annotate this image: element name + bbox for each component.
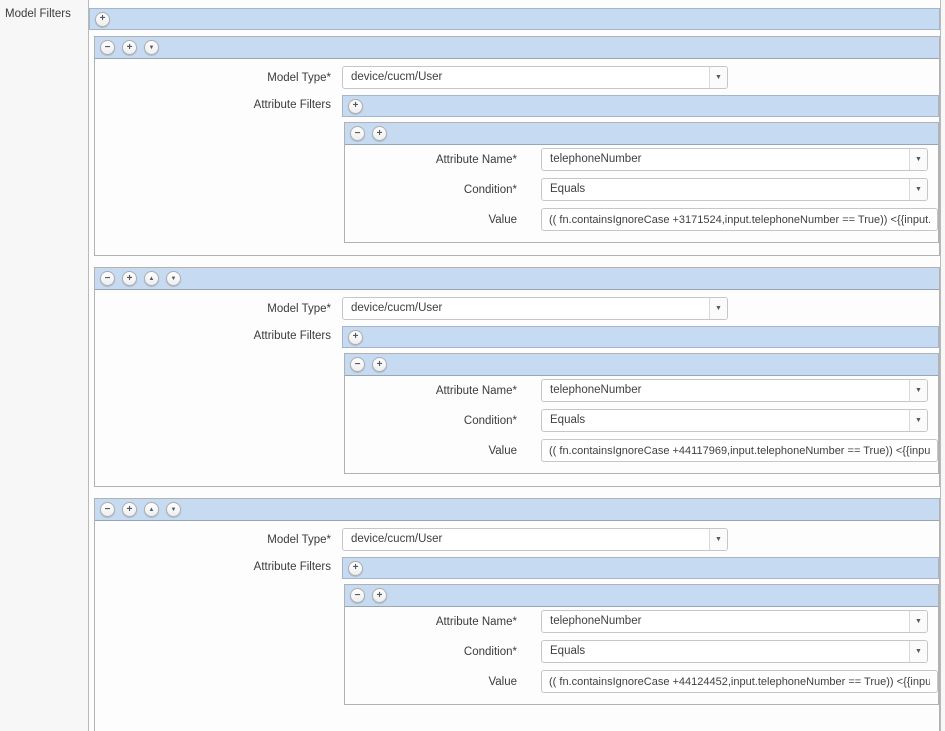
attribute-filter-header-bar: − +	[345, 123, 938, 145]
condition-label: Condition*	[345, 415, 541, 427]
model-filters-page: Model Filters + − + ▼ Model Type* device…	[0, 0, 945, 731]
attribute-filters-label: Attribute Filters	[95, 326, 342, 342]
attribute-name-select[interactable]: telephoneNumber ▼	[541, 379, 928, 402]
add-model-filter-button[interactable]: +	[95, 12, 110, 27]
add-filter-button[interactable]: +	[122, 271, 137, 286]
chevron-down-icon[interactable]: ▼	[909, 149, 927, 170]
attribute-filters-list: + − + Attribute Name* telephoneNumber ▼	[342, 95, 939, 243]
remove-filter-button[interactable]: −	[100, 502, 115, 517]
condition-label: Condition*	[345, 184, 541, 196]
value-input[interactable]	[541, 208, 938, 231]
chevron-down-icon[interactable]: ▼	[909, 611, 927, 632]
attribute-name-select[interactable]: telephoneNumber ▼	[541, 148, 928, 171]
attribute-filter-block: − + Attribute Name* telephoneNumber ▼ Co…	[344, 584, 939, 705]
remove-attribute-filter-button[interactable]: −	[350, 126, 365, 141]
chevron-down-icon[interactable]: ▼	[709, 298, 727, 319]
attribute-name-value: telephoneNumber	[542, 611, 909, 632]
chevron-down-icon[interactable]: ▼	[709, 529, 727, 550]
attribute-filters-label: Attribute Filters	[95, 95, 342, 111]
model-filter-header-bar: − + ▲ ▼	[95, 499, 939, 521]
add-attribute-filter-button[interactable]: +	[348, 330, 363, 345]
remove-filter-button[interactable]: −	[100, 271, 115, 286]
model-type-label: Model Type*	[95, 303, 342, 315]
add-attribute-filter-button[interactable]: +	[372, 357, 387, 372]
condition-select[interactable]: Equals ▼	[541, 178, 928, 201]
move-down-button[interactable]: ▼	[144, 40, 159, 55]
model-filter-block: − + ▲ ▼ Model Type* device/cucm/User ▼ A…	[94, 498, 940, 731]
chevron-down-icon[interactable]: ▼	[909, 410, 927, 431]
chevron-down-icon[interactable]: ▼	[709, 67, 727, 88]
model-filter-header-bar: − + ▲ ▼	[95, 268, 939, 290]
model-type-select[interactable]: device/cucm/User ▼	[342, 297, 728, 320]
model-filter-block: − + ▼ Model Type* device/cucm/User ▼ Att…	[94, 36, 940, 256]
move-up-button[interactable]: ▲	[144, 271, 159, 286]
chevron-down-icon[interactable]: ▼	[909, 380, 927, 401]
model-type-value: device/cucm/User	[343, 298, 709, 319]
attribute-name-value: telephoneNumber	[542, 380, 909, 401]
condition-value: Equals	[542, 179, 909, 200]
condition-select[interactable]: Equals ▼	[541, 640, 928, 663]
move-down-button[interactable]: ▼	[166, 271, 181, 286]
remove-attribute-filter-button[interactable]: −	[350, 357, 365, 372]
add-attribute-filter-button[interactable]: +	[348, 99, 363, 114]
model-type-select[interactable]: device/cucm/User ▼	[342, 66, 728, 89]
condition-value: Equals	[542, 410, 909, 431]
attribute-name-label: Attribute Name*	[345, 385, 541, 397]
add-attribute-filter-button[interactable]: +	[348, 561, 363, 576]
attribute-filters-add-bar: +	[342, 557, 939, 579]
add-filter-button[interactable]: +	[122, 502, 137, 517]
model-type-label: Model Type*	[95, 72, 342, 84]
attribute-name-value: telephoneNumber	[542, 149, 909, 170]
attribute-filters-list: + − + Attribute Name* telephoneNumber ▼	[342, 557, 939, 705]
value-label: Value	[345, 676, 541, 688]
model-filters-label: Model Filters	[5, 8, 71, 20]
move-down-button[interactable]: ▼	[166, 502, 181, 517]
add-attribute-filter-button[interactable]: +	[372, 588, 387, 603]
condition-select[interactable]: Equals ▼	[541, 409, 928, 432]
attribute-name-label: Attribute Name*	[345, 154, 541, 166]
attribute-filters-add-bar: +	[342, 95, 939, 117]
model-type-label: Model Type*	[95, 534, 342, 546]
value-label: Value	[345, 214, 541, 226]
condition-value: Equals	[542, 641, 909, 662]
model-type-select[interactable]: device/cucm/User ▼	[342, 528, 728, 551]
remove-filter-button[interactable]: −	[100, 40, 115, 55]
model-filter-header-bar: − + ▼	[95, 37, 939, 59]
form-label-column: Model Filters	[0, 0, 88, 731]
add-attribute-filter-button[interactable]: +	[372, 126, 387, 141]
model-type-value: device/cucm/User	[343, 529, 709, 550]
attribute-name-select[interactable]: telephoneNumber ▼	[541, 610, 928, 633]
condition-label: Condition*	[345, 646, 541, 658]
model-type-value: device/cucm/User	[343, 67, 709, 88]
value-input[interactable]	[541, 670, 938, 693]
add-filter-button[interactable]: +	[122, 40, 137, 55]
attribute-filters-add-bar: +	[342, 326, 939, 348]
remove-attribute-filter-button[interactable]: −	[350, 588, 365, 603]
value-label: Value	[345, 445, 541, 457]
move-up-button[interactable]: ▲	[144, 502, 159, 517]
model-filter-block: − + ▲ ▼ Model Type* device/cucm/User ▼ A…	[94, 267, 940, 487]
value-input[interactable]	[541, 439, 938, 462]
attribute-name-label: Attribute Name*	[345, 616, 541, 628]
attribute-filter-header-bar: − +	[345, 354, 938, 376]
model-filters-add-bar: +	[89, 8, 940, 30]
attribute-filters-list: + − + Attribute Name* telephoneNumber ▼	[342, 326, 939, 474]
model-filters-container: + − + ▼ Model Type* device/cucm/User ▼ A…	[88, 0, 941, 731]
attribute-filter-header-bar: − +	[345, 585, 938, 607]
chevron-down-icon[interactable]: ▼	[909, 179, 927, 200]
chevron-down-icon[interactable]: ▼	[909, 641, 927, 662]
attribute-filter-block: − + Attribute Name* telephoneNumber ▼ Co…	[344, 353, 939, 474]
attribute-filter-block: − + Attribute Name* telephoneNumber ▼ Co…	[344, 122, 939, 243]
attribute-filters-label: Attribute Filters	[95, 557, 342, 573]
